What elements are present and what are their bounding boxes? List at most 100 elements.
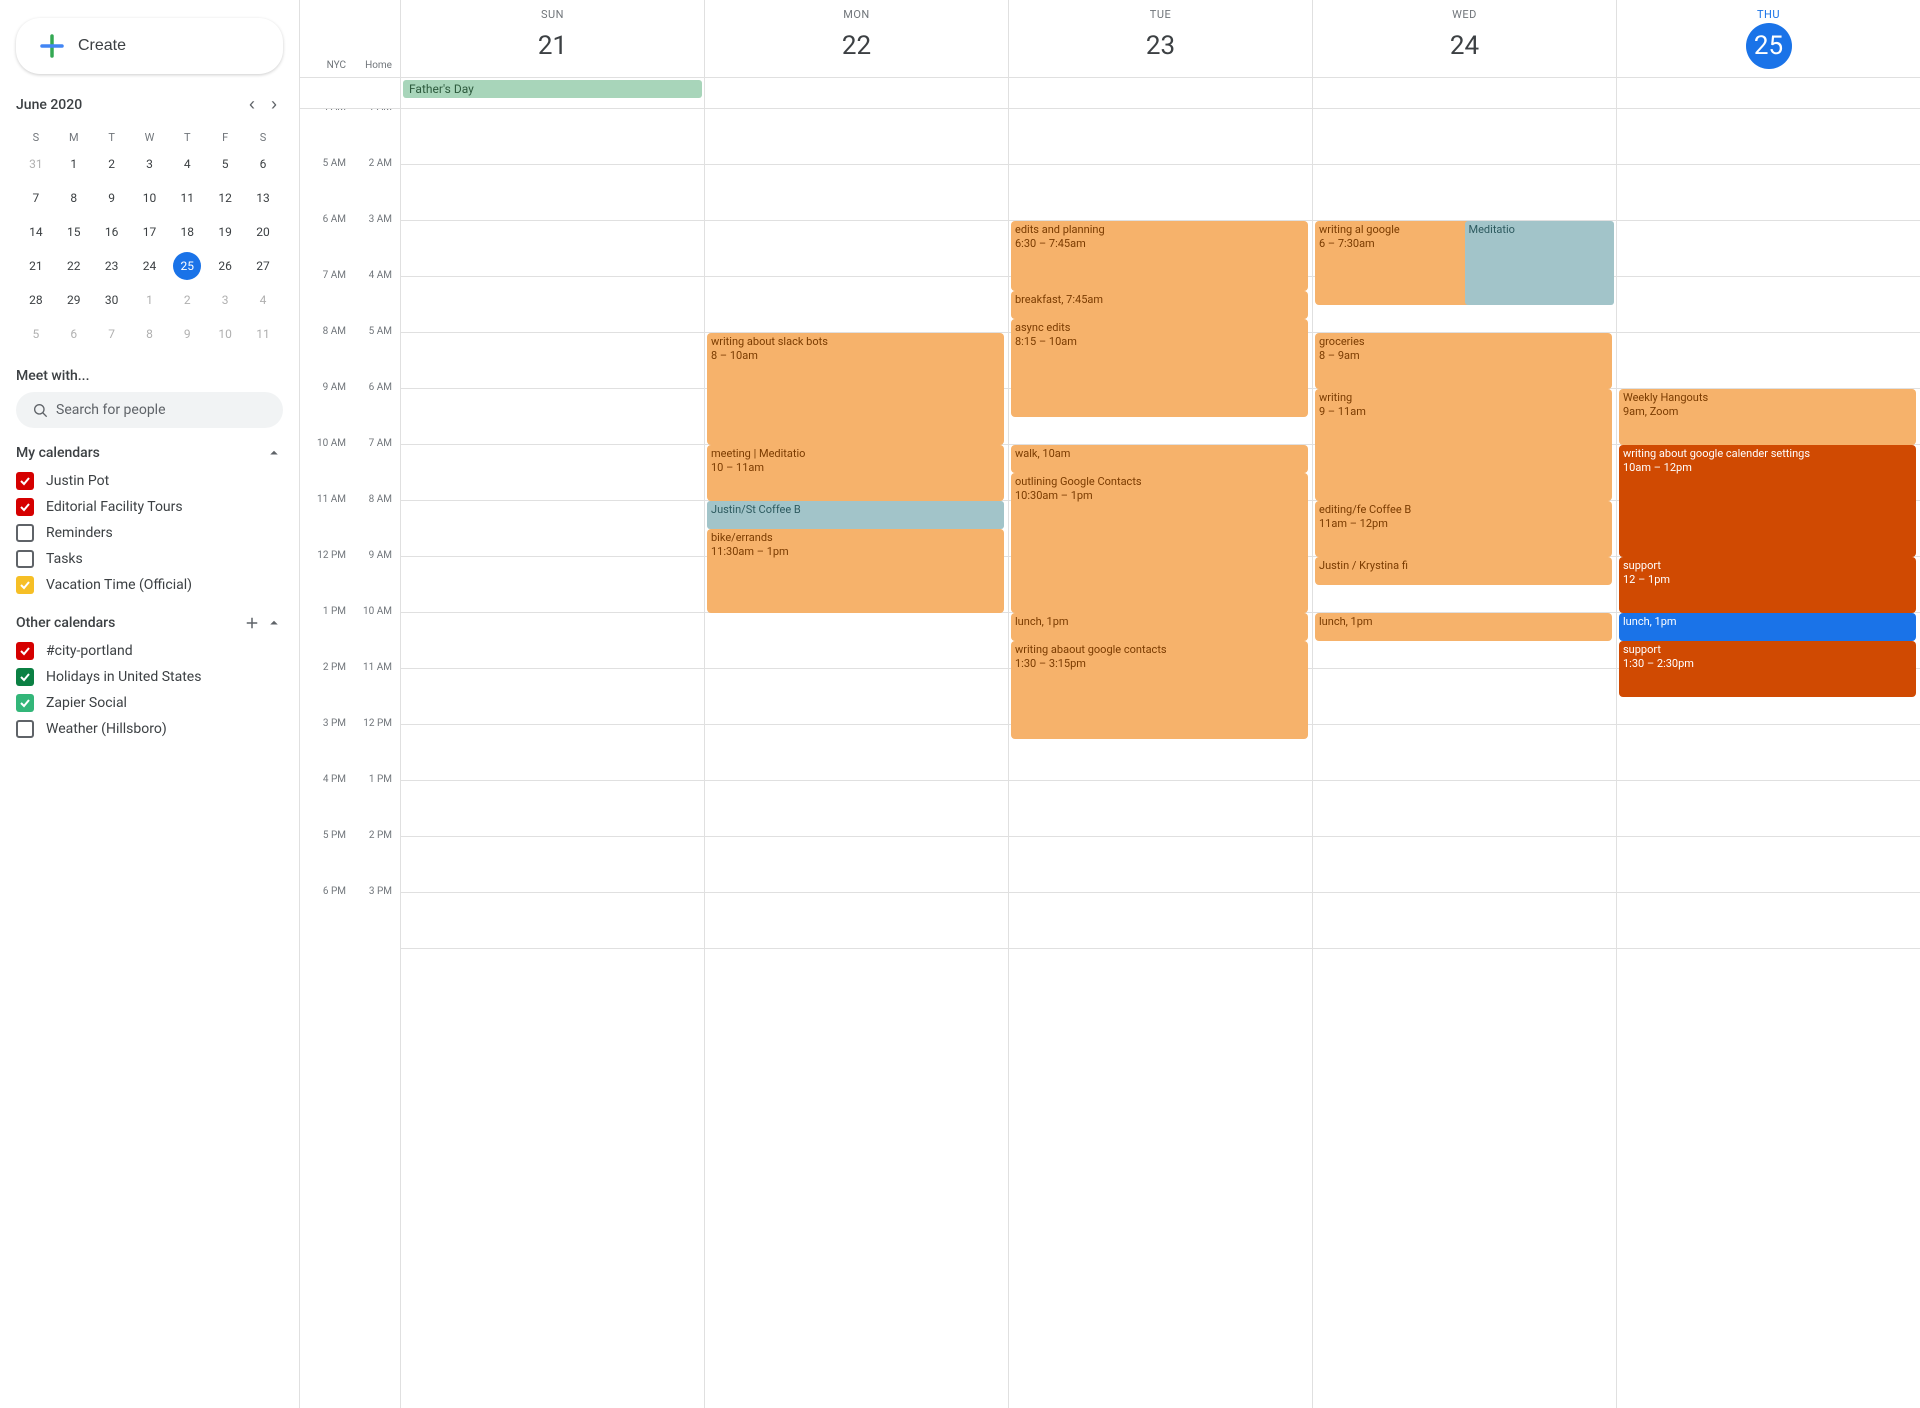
mini-cal-day[interactable]: 30: [94, 284, 130, 316]
mini-cal-day[interactable]: 26: [207, 250, 243, 282]
calendar-event[interactable]: Justin/St Coffee B: [707, 501, 1004, 529]
time-label-pair: 4 PM1 PM: [300, 774, 400, 830]
mini-cal-day[interactable]: 18: [169, 216, 205, 248]
mini-cal-day[interactable]: 6: [56, 318, 92, 350]
other-calendars-section: Other calendars #city-portlandHolidays i…: [0, 606, 299, 750]
add-other-calendar-icon[interactable]: [243, 614, 261, 632]
calendar-checkbox[interactable]: [16, 720, 34, 738]
calendar-checkbox[interactable]: [16, 642, 34, 660]
mini-cal-day[interactable]: 11: [169, 182, 205, 214]
day-number[interactable]: 22: [834, 23, 880, 69]
calendar-event[interactable]: support 1:30 – 2:30pm: [1619, 641, 1916, 697]
calendar-event[interactable]: edits and planning 6:30 – 7:45am: [1011, 221, 1308, 291]
mini-cal-day[interactable]: 1: [132, 284, 168, 316]
mini-cal-day[interactable]: 9: [94, 182, 130, 214]
mini-cal-day[interactable]: 8: [56, 182, 92, 214]
calendar-event[interactable]: breakfast, 7:45am: [1011, 291, 1308, 319]
calendar-event[interactable]: Meditatio: [1465, 221, 1615, 305]
mini-cal-day[interactable]: 22: [56, 250, 92, 282]
mini-cal-day[interactable]: 9: [169, 318, 205, 350]
calendar-event[interactable]: writing about google calender settings 1…: [1619, 445, 1916, 557]
mini-cal-day[interactable]: 4: [245, 284, 281, 316]
calendar-item[interactable]: Weather (Hillsboro): [16, 716, 283, 742]
calendar-event[interactable]: editing/fe Coffee B 11am – 12pm: [1315, 501, 1612, 557]
mini-cal-day[interactable]: 10: [132, 182, 168, 214]
mini-cal-day[interactable]: 21: [18, 250, 54, 282]
calendar-event[interactable]: writing 9 – 11am: [1315, 389, 1612, 501]
mini-cal-day[interactable]: 16: [94, 216, 130, 248]
mini-cal-day[interactable]: 17: [132, 216, 168, 248]
my-calendars-header[interactable]: My calendars: [16, 444, 283, 462]
create-button[interactable]: Create: [16, 18, 283, 74]
calendar-item[interactable]: Editorial Facility Tours: [16, 494, 283, 520]
calendar-checkbox[interactable]: [16, 550, 34, 568]
calendar-event[interactable]: writing abaout google contacts 1:30 – 3:…: [1011, 641, 1308, 739]
calendar-event[interactable]: outlining Google Contacts 10:30am – 1pm: [1011, 473, 1308, 613]
calendar-checkbox[interactable]: [16, 576, 34, 594]
day-number[interactable]: 24: [1442, 23, 1488, 69]
calendar-event[interactable]: bike/errands 11:30am – 1pm: [707, 529, 1004, 613]
mini-cal-day[interactable]: 27: [245, 250, 281, 282]
mini-cal-day[interactable]: 11: [245, 318, 281, 350]
mini-cal-day[interactable]: 13: [245, 182, 281, 214]
allday-event-fathers-day[interactable]: Father's Day: [403, 80, 702, 98]
mini-cal-day[interactable]: 6: [245, 148, 281, 180]
mini-cal-day[interactable]: 19: [207, 216, 243, 248]
mini-cal-day[interactable]: 31: [18, 148, 54, 180]
mini-cal-day[interactable]: 2: [169, 284, 205, 316]
mini-cal-day[interactable]: 5: [18, 318, 54, 350]
calendar-checkbox[interactable]: [16, 668, 34, 686]
mini-cal-day[interactable]: 8: [132, 318, 168, 350]
search-people-input[interactable]: Search for people: [16, 392, 283, 428]
calendar-event[interactable]: Justin / Krystina fi: [1315, 557, 1612, 585]
calendar-item[interactable]: #city-portland: [16, 638, 283, 664]
day-col-mon: writing about slack bots 8 – 10ammeeting…: [704, 109, 1008, 1408]
calendar-checkbox[interactable]: [16, 694, 34, 712]
calendar-item[interactable]: Justin Pot: [16, 468, 283, 494]
mini-cal-day[interactable]: 7: [94, 318, 130, 350]
calendar-event[interactable]: meeting | Meditatio 10 – 11am: [707, 445, 1004, 501]
calendar-event[interactable]: support 12 – 1pm: [1619, 557, 1916, 613]
day-number[interactable]: 21: [530, 23, 576, 69]
calendar-event[interactable]: async edits 8:15 – 10am: [1011, 319, 1308, 417]
mini-cal-day[interactable]: 12: [207, 182, 243, 214]
calendar-event[interactable]: lunch, 1pm: [1011, 613, 1308, 641]
calendar-event[interactable]: lunch, 1pm: [1315, 613, 1612, 641]
calendar-item[interactable]: Vacation Time (Official): [16, 572, 283, 598]
mini-cal-day[interactable]: 23: [94, 250, 130, 282]
calendar-event[interactable]: writing about slack bots 8 – 10am: [707, 333, 1004, 445]
calendar-item[interactable]: Reminders: [16, 520, 283, 546]
calendar-item[interactable]: Tasks: [16, 546, 283, 572]
calendar-event[interactable]: groceries 8 – 9am: [1315, 333, 1612, 389]
mini-cal-day[interactable]: 7: [18, 182, 54, 214]
calendar-checkbox[interactable]: [16, 472, 34, 490]
calendar-item[interactable]: Zapier Social: [16, 690, 283, 716]
day-name: SUN: [541, 8, 564, 21]
mini-cal-next[interactable]: ›: [265, 90, 283, 119]
mini-cal-day[interactable]: 1: [56, 148, 92, 180]
mini-cal-day[interactable]: 2: [94, 148, 130, 180]
calendar-event[interactable]: Weekly Hangouts 9am, Zoom: [1619, 389, 1916, 445]
day-number[interactable]: 25: [1746, 23, 1792, 69]
mini-cal-day[interactable]: 20: [245, 216, 281, 248]
other-calendars-header[interactable]: Other calendars: [16, 614, 283, 632]
day-number[interactable]: 23: [1138, 23, 1184, 69]
mini-cal-day[interactable]: 15: [56, 216, 92, 248]
mini-cal-prev[interactable]: ‹: [243, 90, 261, 119]
mini-cal-day[interactable]: 28: [18, 284, 54, 316]
mini-cal-day[interactable]: 24: [132, 250, 168, 282]
calendar-event[interactable]: walk, 10am: [1011, 445, 1308, 473]
calendar-item[interactable]: Holidays in United States: [16, 664, 283, 690]
mini-cal-day[interactable]: 5: [207, 148, 243, 180]
mini-cal-day[interactable]: 10: [207, 318, 243, 350]
calendar-event[interactable]: lunch, 1pm: [1619, 613, 1916, 641]
calendar-checkbox[interactable]: [16, 498, 34, 516]
calendar-item-label: Zapier Social: [46, 695, 127, 711]
mini-cal-day[interactable]: 14: [18, 216, 54, 248]
mini-cal-day[interactable]: 3: [132, 148, 168, 180]
mini-cal-day[interactable]: 29: [56, 284, 92, 316]
mini-cal-day[interactable]: 25: [169, 250, 205, 282]
mini-cal-day[interactable]: 3: [207, 284, 243, 316]
calendar-checkbox[interactable]: [16, 524, 34, 542]
mini-cal-day[interactable]: 4: [169, 148, 205, 180]
